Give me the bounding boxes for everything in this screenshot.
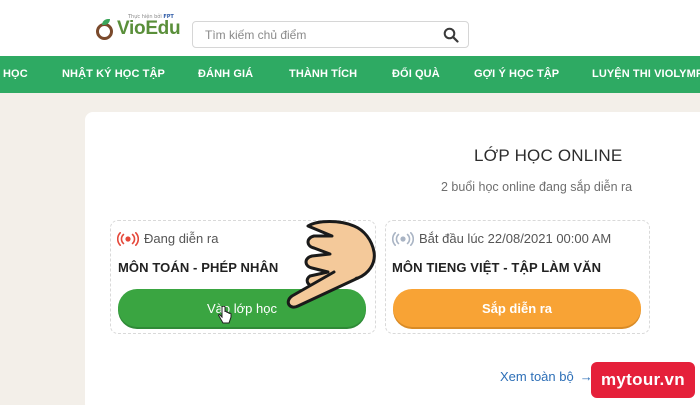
search-icon[interactable] — [443, 27, 459, 43]
search-box — [192, 21, 469, 48]
nav-item-hoc[interactable]: HỌC — [3, 56, 28, 93]
live-broadcast-icon — [117, 231, 139, 246]
nav-item-thanh-tich[interactable]: THÀNH TÍCH — [289, 56, 357, 93]
broadcast-icon — [392, 231, 414, 246]
main-nav: HỌC NHẬT KÝ HỌC TẬP ĐÁNH GIÁ THÀNH TÍCH … — [0, 56, 700, 93]
nav-item-doi-qua[interactable]: ĐỔI QUÀ — [392, 56, 440, 93]
upcoming-class-button[interactable]: Sắp diễn ra — [393, 289, 641, 327]
search-input[interactable] — [193, 27, 433, 42]
section-subtitle: 2 buổi học online đang sắp diễn ra — [441, 180, 633, 194]
nav-item-nhat-ky-hoc-tap[interactable]: NHẬT KÝ HỌC TẬP — [62, 56, 165, 93]
mytour-watermark: mytour.vn — [591, 362, 695, 398]
class-2-name: MÔN TIENG VIỆT - TẬP LÀM VĂN — [392, 260, 602, 275]
section-title: LỚP HỌC ONLINE — [474, 146, 623, 165]
logo-text: VioEdu — [117, 18, 181, 39]
hand-cursor-icon — [218, 306, 232, 324]
logo-badge: Thực hiện bởi FPT — [128, 14, 174, 20]
see-all-link[interactable]: Xem toàn bộ → — [500, 369, 593, 384]
vioedu-logo[interactable]: VioEdu — [96, 18, 181, 40]
class-1-status: Đang diễn ra — [117, 231, 218, 246]
vioedu-logo-icon — [96, 19, 114, 40]
header: VioEdu Thực hiện bởi FPT — [0, 0, 700, 56]
nav-item-danh-gia[interactable]: ĐÁNH GIÁ — [198, 56, 253, 93]
nav-item-goi-y-hoc-tap[interactable]: GỢI Ý HỌC TẬP — [474, 56, 559, 93]
class-2-status: Bắt đầu lúc 22/08/2021 00:00 AM — [392, 231, 611, 246]
pointing-hand-icon — [286, 220, 376, 309]
nav-item-luyen-thi-violympic[interactable]: LUYỆN THI VIOLYMP — [592, 56, 700, 93]
class-1-name: MÔN TOÁN - PHÉP NHÂN — [118, 260, 279, 275]
